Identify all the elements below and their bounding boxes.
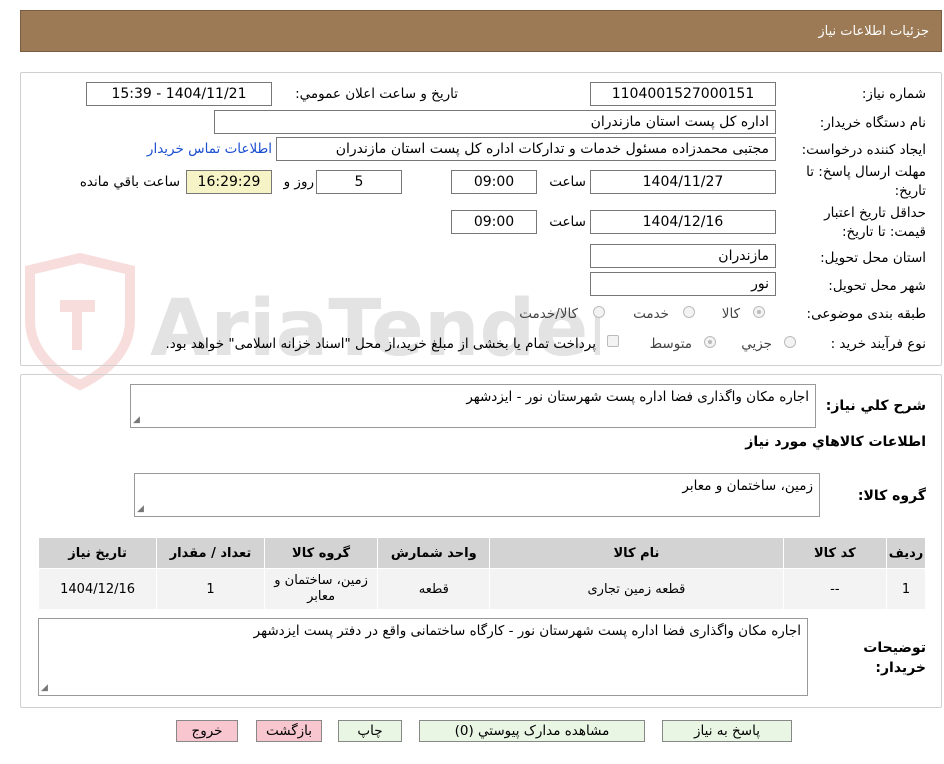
province-field[interactable]: مازندران (590, 244, 776, 268)
goods-table-header: رديف کد کالا نام کالا واحد شمارش گروه کا… (37, 537, 926, 569)
process-medium-radio[interactable] (704, 336, 716, 348)
attachments-button[interactable]: مشاهده مدارک پيوستي (0) (419, 720, 645, 742)
cell-date: 1404/12/16 (37, 568, 158, 610)
remaining-label: ساعت باقي مانده (79, 174, 180, 190)
page-header: جزئیات اطلاعات نیاز (20, 10, 942, 52)
reply-button[interactable]: پاسخ به نياز (662, 720, 792, 742)
goods-section-title: اطلاعات کالاهاي مورد نياز (745, 434, 926, 450)
table-row: 1 -- قطعه زمین تجاری قطعه زمین، ساختمان … (37, 568, 926, 610)
goods-group-text: زمین، ساختمان و معابر (682, 478, 813, 494)
buyer-org-label: نام دستگاه خريدار: (819, 115, 926, 131)
days-field[interactable]: 5 (316, 170, 402, 194)
col-name-header: نام کالا (489, 537, 784, 569)
deadline-date-field[interactable]: 1404/11/27 (590, 170, 776, 194)
validity-label-text: حداقل تاريخ اعتبار قيمت: تا تاریخ: (824, 205, 926, 240)
goods-group-textarea[interactable]: زمین، ساختمان و معابر ◢ (134, 473, 820, 517)
announce-field[interactable]: 1404/11/21 - 15:39 (86, 82, 272, 106)
validity-time-field[interactable]: 09:00 (451, 210, 537, 234)
need-number-label: شماره نیاز: (861, 86, 926, 102)
buyer-notes-textarea[interactable]: اجاره مکان واگذاری فضا اداره پست شهرستان… (38, 618, 808, 696)
deadline-time-field[interactable]: 09:00 (451, 170, 537, 194)
category-service-label: خدمت (633, 306, 669, 322)
col-row-header: رديف (886, 537, 926, 569)
process-label: نوع فرآيند خريد : (830, 336, 926, 352)
category-label: طبقه بندی موضوعی: (806, 306, 926, 322)
deadline-label: مهلت ارسال پاسخ: تا تاریخ: (786, 163, 926, 201)
resize-grip-icon[interactable]: ◢ (41, 683, 48, 693)
process-minor-label: جزيي (741, 336, 772, 352)
requester-field[interactable]: مجتبی محمدزاده مسئول خدمات و تدارکات ادا… (276, 137, 776, 161)
process-medium-label: متوسط (649, 336, 692, 352)
validity-time-label: ساعت (549, 214, 586, 230)
cell-row: 1 (886, 568, 926, 610)
days-label: روز و (283, 174, 314, 190)
page-title: جزئیات اطلاعات نیاز (818, 24, 929, 39)
announce-label: تاریخ و ساعت اعلان عمومي: (295, 86, 458, 102)
validity-label: حداقل تاريخ اعتبار قيمت: تا تاریخ: (786, 204, 926, 242)
buyer-notes-text: اجاره مکان واگذاری فضا اداره پست شهرستان… (253, 623, 801, 639)
col-date-header: تاريخ نياز (37, 537, 158, 569)
col-qty-header: تعداد / مقدار (156, 537, 265, 569)
buyer-org-field[interactable]: اداره کل پست استان مازندران (214, 110, 776, 134)
resize-grip-icon[interactable]: ◢ (133, 415, 140, 425)
buyer-contact-link[interactable]: اطلاعات تماس خريدار (147, 141, 272, 157)
city-field[interactable]: نور (590, 272, 776, 296)
remaining-time-field: 16:29:29 (186, 170, 272, 194)
col-unit-header: واحد شمارش (377, 537, 491, 569)
province-label: استان محل تحويل: (820, 250, 926, 266)
back-button[interactable]: بازگشت (256, 720, 322, 742)
cell-qty: 1 (156, 568, 265, 610)
description-textarea[interactable]: اجاره مکان واگذاری فضا اداره پست شهرستان… (130, 384, 816, 428)
cell-unit: قطعه (377, 568, 491, 610)
print-button[interactable]: چاپ (338, 720, 402, 742)
process-minor-radio[interactable] (784, 336, 796, 348)
need-number-field[interactable]: 1104001527000151 (590, 82, 776, 106)
category-goods-radio[interactable] (753, 306, 765, 318)
treasury-payment-checkbox[interactable] (607, 335, 619, 347)
deadline-label-text: مهلت ارسال پاسخ: تا تاریخ: (806, 164, 926, 199)
description-text: اجاره مکان واگذاری فضا اداره پست شهرستان… (466, 389, 809, 405)
resize-grip-icon[interactable]: ◢ (137, 504, 144, 514)
city-label: شهر محل تحويل: (828, 278, 926, 294)
buyer-notes-label-text: توضيحات خريدار: (863, 640, 926, 676)
goods-group-label: گروه کالا: (857, 488, 926, 504)
description-label: شرح کلي نياز: (825, 398, 926, 414)
goods-table: رديف کد کالا نام کالا واحد شمارش گروه کا… (37, 537, 926, 610)
buyer-notes-label: توضيحات خريدار: (856, 638, 926, 678)
cell-group: زمین، ساختمان و معابر (263, 568, 379, 610)
requester-label: ايجاد کننده درخواست: (801, 142, 926, 158)
col-code-header: کد کالا (782, 537, 888, 569)
cell-name: قطعه زمین تجاری (489, 568, 784, 610)
col-group-header: گروه کالا (263, 537, 379, 569)
treasury-payment-note: پرداخت تمام يا بخشی از مبلغ خريد،از محل … (165, 336, 596, 352)
category-service-radio[interactable] (683, 306, 695, 318)
category-both-radio[interactable] (593, 306, 605, 318)
deadline-time-label: ساعت (549, 174, 586, 190)
cell-code: -- (782, 568, 888, 610)
category-goods-label: کالا (721, 306, 740, 322)
exit-button[interactable]: خروج (176, 720, 238, 742)
validity-date-field[interactable]: 1404/12/16 (590, 210, 776, 234)
category-both-label: کالا/خدمت (519, 306, 578, 322)
